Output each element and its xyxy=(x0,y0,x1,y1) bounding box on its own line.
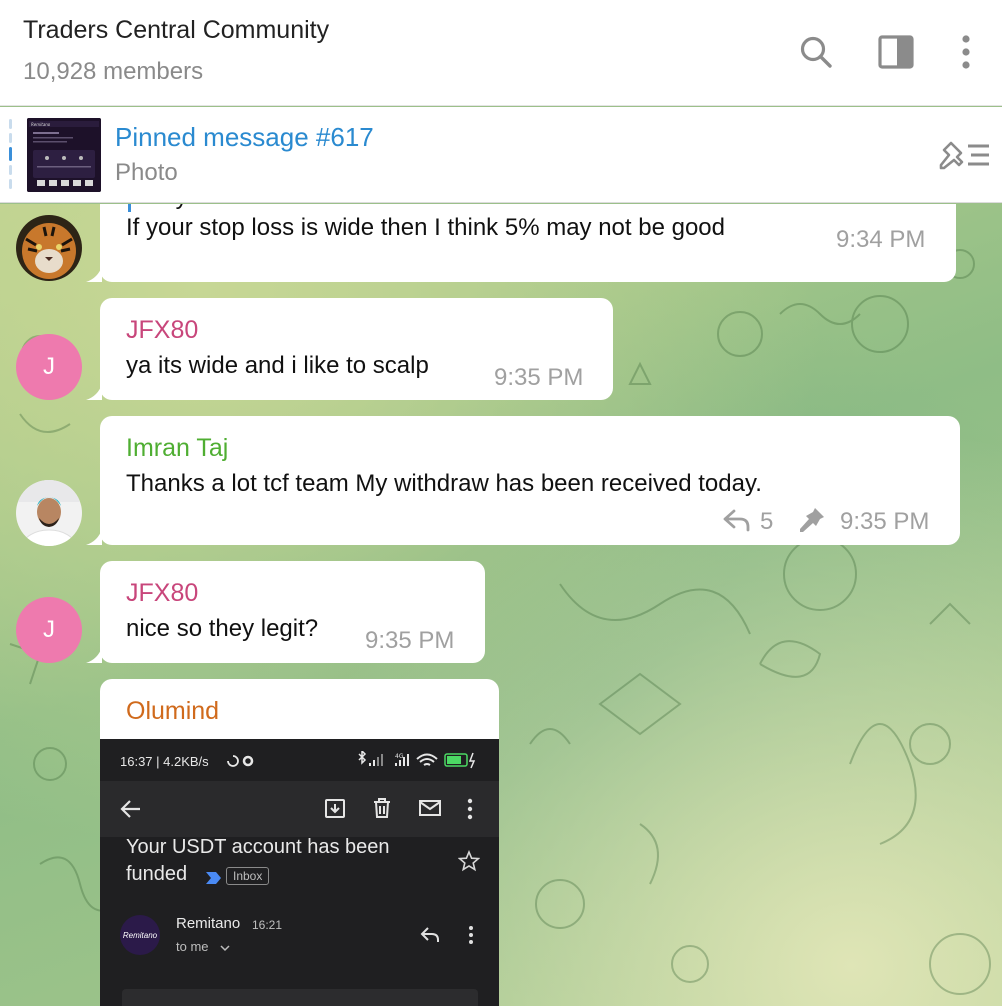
avatar[interactable]: J xyxy=(16,334,82,400)
more-icon[interactable] xyxy=(466,798,474,820)
reply-icon[interactable] xyxy=(420,926,440,944)
user-photo-avatar[interactable] xyxy=(16,480,82,546)
message-text: nice so they legit? xyxy=(126,615,319,642)
status-bar-time: 16:37 | 4.2KB/s xyxy=(120,754,209,769)
delete-icon[interactable] xyxy=(372,797,392,819)
message-time: 9:35 PM xyxy=(840,508,930,535)
chat-title[interactable]: Traders Central Community xyxy=(23,16,329,45)
pin-icon xyxy=(798,506,826,534)
mail-icon[interactable] xyxy=(418,799,442,817)
chat-area[interactable]: Hey traders im doin 50k one time account… xyxy=(0,204,1002,1006)
search-icon[interactable] xyxy=(794,30,838,74)
star-icon[interactable] xyxy=(458,850,480,872)
pinned-title: Pinned message #617 xyxy=(115,122,374,152)
sender-name[interactable]: JFX80 xyxy=(126,579,198,608)
message-bubble[interactable]: JFX80 ya its wide and i like to scalp 9:… xyxy=(86,298,613,400)
pinned-thumbnail: Remitano xyxy=(27,118,101,192)
pinned-message-bar[interactable]: Remitano Pinned message #617 Photo xyxy=(0,107,1002,203)
email-recipient: to me xyxy=(176,939,209,954)
email-toolbar xyxy=(100,781,499,837)
avatar[interactable]: J xyxy=(16,597,82,663)
back-arrow-icon[interactable] xyxy=(120,799,142,819)
email-sender: Remitano xyxy=(176,915,241,932)
more-options-icon[interactable] xyxy=(944,30,988,74)
reply-count[interactable]: 5 xyxy=(760,508,773,536)
sender-name[interactable]: JFX80 xyxy=(126,316,198,345)
reply-arrow-icon[interactable] xyxy=(722,508,752,532)
message-text: Thanks a lot tcf team My withdraw has be… xyxy=(126,470,762,497)
inbox-label: Inbox xyxy=(226,867,270,885)
sender-logo: Remitano xyxy=(120,915,160,955)
email-body-preview xyxy=(122,989,478,1006)
sender-name[interactable]: Imran Taj xyxy=(126,434,228,463)
important-marker-icon xyxy=(206,872,221,884)
message-time: 9:35 PM xyxy=(494,364,584,391)
sidebar-toggle-icon[interactable] xyxy=(874,30,918,74)
signal-battery-icons: 4G xyxy=(355,749,485,773)
member-count: 10,928 members xyxy=(23,58,204,85)
pinned-index-indicator xyxy=(9,119,12,193)
email-time: 16:21 xyxy=(252,918,283,932)
message-time: 9:35 PM xyxy=(365,627,455,654)
pinned-list-icon[interactable] xyxy=(935,135,993,175)
photo-attachment[interactable]: 16:37 | 4.2KB/s 4G Your USDT account has… xyxy=(100,739,499,1006)
message-bubble[interactable]: Imran Taj Thanks a lot tcf team My withd… xyxy=(86,416,960,545)
email-subject-line2: funded xyxy=(126,863,188,885)
sender-name[interactable]: Olumind xyxy=(126,697,219,726)
status-icons xyxy=(226,754,266,772)
archive-icon[interactable] xyxy=(324,797,346,819)
more-icon[interactable] xyxy=(467,925,475,945)
svg-text:4G: 4G xyxy=(395,753,404,760)
chevron-down-icon xyxy=(220,945,230,952)
pinned-subtitle: Photo xyxy=(115,159,178,186)
email-subject-line1: Your USDT account has been xyxy=(126,836,390,858)
reply-quote[interactable]: Hey traders im doin 50k one time account… xyxy=(128,204,827,212)
message-time: 9:34 PM xyxy=(836,226,926,253)
message-text: ya its wide and i like to scalp xyxy=(126,352,429,379)
message-bubble[interactable]: JFX80 nice so they legit? 9:35 PM xyxy=(86,561,485,663)
svg-text:Remitano: Remitano xyxy=(31,122,51,127)
message-text: If your stop loss is wide then I think 5… xyxy=(126,214,725,241)
tiger-avatar[interactable] xyxy=(16,215,82,281)
message-bubble[interactable]: Hey traders im doin 50k one time account… xyxy=(86,204,956,282)
chat-header: Traders Central Community 10,928 members xyxy=(0,0,1002,106)
